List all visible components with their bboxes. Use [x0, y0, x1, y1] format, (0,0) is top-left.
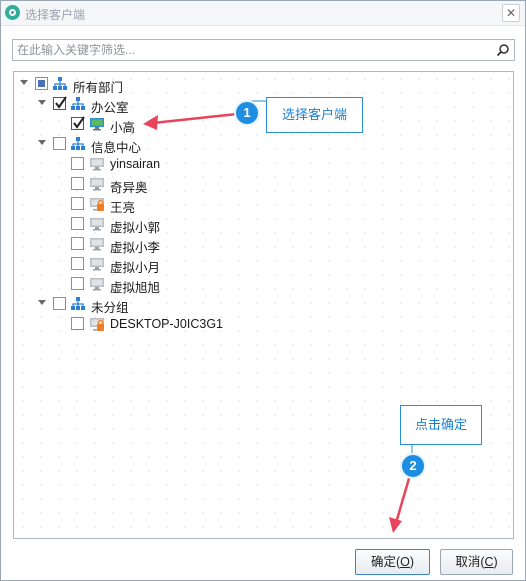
- cancel-button-paren: ): [493, 555, 498, 569]
- arrowhead-icon: [389, 517, 402, 533]
- callout-select-client: 选择客户端: [266, 97, 363, 133]
- cancel-button[interactable]: 取消(C): [440, 549, 513, 575]
- ok-button-paren: ): [409, 555, 415, 569]
- dialog-window: 选择客户端 ✕ 所有部门: [0, 0, 526, 581]
- step-badge-1: 1: [234, 100, 260, 126]
- red-arrow-to-client: [152, 112, 238, 125]
- step-badge-2: 2: [400, 453, 426, 479]
- annotation-arrows: [143, 100, 413, 533]
- ok-button-accesskey: O: [400, 555, 410, 569]
- arrowhead-icon: [143, 115, 158, 130]
- ok-button[interactable]: 确定(O): [355, 549, 430, 575]
- red-arrow-to-ok: [394, 474, 412, 524]
- cancel-button-accesskey: C: [484, 555, 494, 569]
- cancel-button-label: 取消(: [455, 555, 485, 569]
- callout-click-ok: 点击确定: [400, 405, 482, 445]
- ok-button-label: 确定(: [370, 555, 401, 569]
